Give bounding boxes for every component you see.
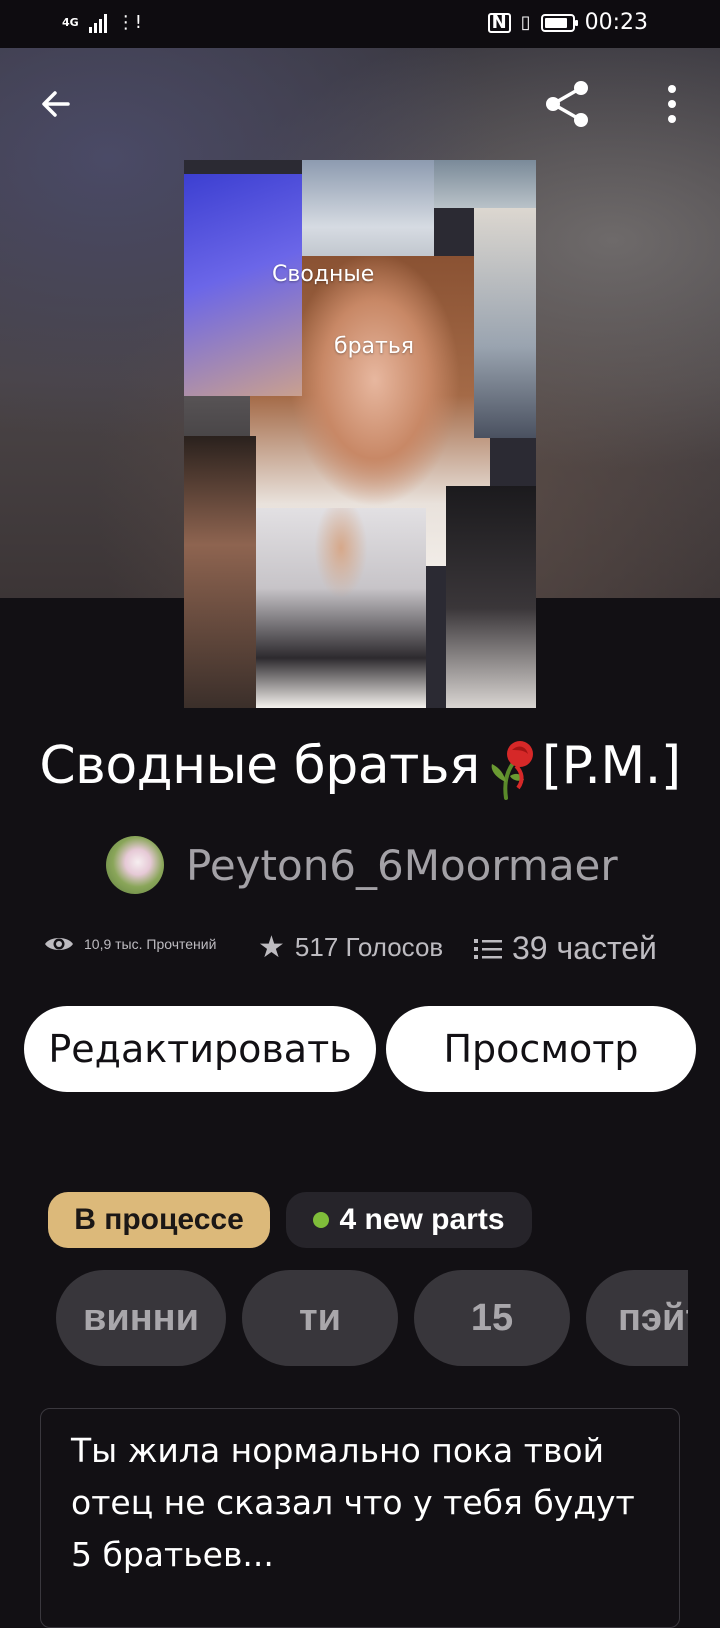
arrow-left-icon xyxy=(42,91,70,117)
status-bar: 4G ⋮! N ▯ 00:23 xyxy=(0,0,720,48)
wilted-rose-icon xyxy=(491,741,533,800)
vibrate-icon: ▯ xyxy=(520,12,531,33)
cover-collage-tile xyxy=(184,436,256,708)
story-title: Сводные братья [P.M.] xyxy=(0,736,720,802)
cover-collage-tile xyxy=(474,208,536,438)
back-button[interactable] xyxy=(26,74,86,134)
stat-votes: ★ 517 Голосов xyxy=(258,930,443,965)
eye-icon xyxy=(45,938,73,950)
cover-collage-tile xyxy=(256,508,426,708)
story-cover[interactable]: Сводные братья xyxy=(184,160,536,708)
tag-chip[interactable]: пэйтон xyxy=(586,1270,688,1366)
stat-reads: 10,9 тыс. Прочтений xyxy=(44,934,216,954)
cover-title-line1: Сводные xyxy=(272,262,375,287)
more-options-button[interactable] xyxy=(642,74,702,134)
clock: 00:23 xyxy=(584,10,648,35)
more-vertical-icon xyxy=(668,85,676,123)
stat-parts[interactable]: 39 частей xyxy=(474,930,657,967)
notification-icon: ⋮! xyxy=(116,12,142,33)
story-title-text: Сводные братья xyxy=(39,736,480,796)
nfc-icon: N xyxy=(487,12,511,33)
votes-count: 517 Голосов xyxy=(294,932,444,962)
reads-count: 10,9 тыс. Прочтений xyxy=(84,936,217,952)
status-right: N ▯ 00:23 xyxy=(487,10,648,35)
share-button[interactable] xyxy=(538,74,598,134)
star-icon: ★ xyxy=(258,931,285,964)
cover-collage-tile xyxy=(434,160,536,208)
signal-icon xyxy=(88,13,107,33)
parts-count: 39 частей xyxy=(512,930,657,966)
list-icon xyxy=(474,938,502,959)
tag-chip[interactable]: винни xyxy=(56,1270,226,1366)
tag-chip[interactable]: 15 xyxy=(414,1270,570,1366)
cover-title-line2: братья xyxy=(334,334,415,359)
story-stats: 10,9 тыс. Прочтений ★ 517 Голосов 39 час… xyxy=(44,926,684,978)
share-icon xyxy=(546,81,588,127)
avatar[interactable] xyxy=(106,836,164,894)
battery-icon xyxy=(540,13,578,32)
new-parts-label: 4 new parts xyxy=(339,1203,505,1236)
new-dot-icon xyxy=(313,1212,330,1228)
edit-button[interactable]: Редактировать xyxy=(24,1006,376,1092)
view-button[interactable]: Просмотр xyxy=(386,1006,696,1092)
tag-chip[interactable]: ти xyxy=(242,1270,398,1366)
author-name[interactable]: Peyton6_6Moormaer xyxy=(186,841,618,890)
network-type: 4G xyxy=(62,16,79,29)
author-row[interactable]: Peyton6_6Moormaer xyxy=(106,836,618,894)
cover-collage-tile xyxy=(446,486,536,708)
status-badge-label: В процессе xyxy=(74,1203,244,1236)
story-description: Ты жила нормально пока твой отец не сказ… xyxy=(40,1408,680,1628)
new-parts-badge: 4 new parts xyxy=(286,1192,532,1248)
tag-list[interactable]: винни ти 15 пэйтон xyxy=(56,1270,688,1370)
status-badge: В процессе xyxy=(48,1192,270,1248)
status-left: 4G ⋮! xyxy=(62,12,142,33)
story-title-suffix: [P.M.] xyxy=(541,736,681,796)
